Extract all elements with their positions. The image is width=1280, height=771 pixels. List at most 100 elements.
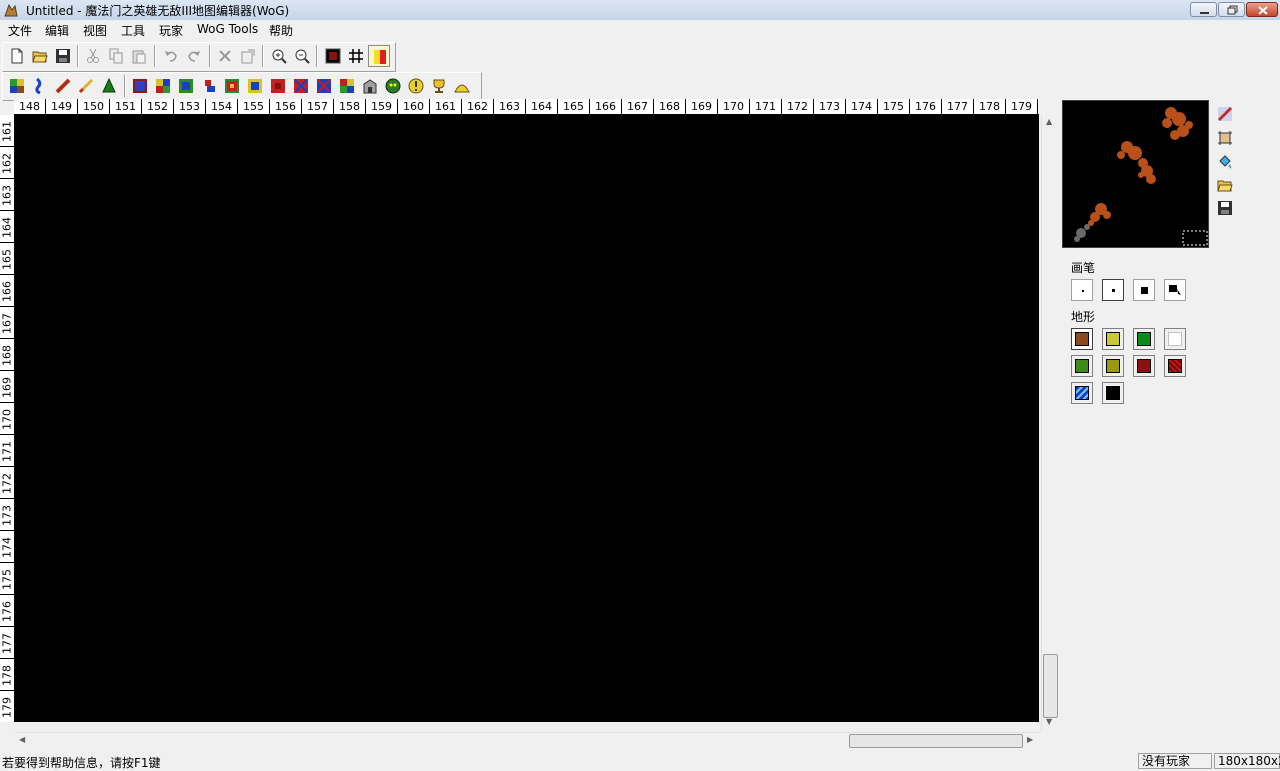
terrain-water[interactable] [1071,382,1093,404]
terrain-grass[interactable] [1133,328,1155,350]
adventure-object-icon[interactable] [336,75,358,97]
brush-4x4-icon[interactable] [1133,279,1155,301]
ruler-tick: 162 [462,99,494,114]
vertical-scrollbar[interactable]: ▲ ▼ [1041,115,1058,730]
menu-help[interactable]: 帮助 [269,22,293,39]
open-folder-icon[interactable] [29,45,51,67]
ruler-tick: 170 [718,99,750,114]
menu-player[interactable]: 玩家 [159,22,183,39]
random-object-icon[interactable] [313,75,335,97]
save-icon[interactable] [52,45,74,67]
open-folder-icon[interactable] [1214,174,1236,196]
treasure-tool-icon[interactable] [152,75,174,97]
ruler-tick: 179 [1006,99,1038,114]
copy-icon[interactable] [105,45,127,67]
ruler-tick: 178 [0,659,14,691]
scroll-down-icon[interactable]: ▼ [1046,717,1052,726]
save-icon[interactable] [1214,197,1236,219]
scroll-up-icon[interactable]: ▲ [1046,117,1052,126]
ruler-left: 161 162 163 164 165 166 167 168 169 170 … [0,115,15,722]
zoom-out-icon[interactable] [291,45,313,67]
cut-icon[interactable] [82,45,104,67]
seer-hut-icon[interactable] [451,75,473,97]
new-file-icon[interactable] [6,45,28,67]
restore-button[interactable] [1218,2,1245,17]
terrain-rough[interactable] [1102,355,1124,377]
underground-icon[interactable] [322,45,344,67]
terrain-subterranean[interactable] [1133,355,1155,377]
ruler-tick: 154 [206,99,238,114]
horizontal-scrollbar[interactable]: ◀ ▶ [15,732,1041,749]
delete-icon[interactable] [214,45,236,67]
minimize-button[interactable] [1190,2,1217,17]
terrain-swamp[interactable] [1071,355,1093,377]
event-tool-icon[interactable] [405,75,427,97]
fill-bucket-icon[interactable] [1214,150,1236,172]
monster-tool-icon[interactable] [198,75,220,97]
menu-view[interactable]: 视图 [83,22,107,39]
select-area-icon[interactable] [1214,127,1236,149]
close-button[interactable] [1246,2,1278,17]
terrain-lava[interactable] [1164,355,1186,377]
horizontal-scroll-thumb[interactable] [849,734,1023,748]
properties-icon[interactable] [237,45,259,67]
zoom-in-icon[interactable] [268,45,290,67]
map-canvas[interactable] [15,115,1039,722]
redo-icon[interactable] [183,45,205,67]
castle-tool-icon[interactable] [359,75,381,97]
paste-icon[interactable] [128,45,150,67]
ruler-tick: 174 [846,99,878,114]
artifact-tool-icon[interactable] [129,75,151,97]
ruler-tick: 175 [878,99,910,114]
menu-file[interactable]: 文件 [8,22,32,39]
ruler-tick: 164 [526,99,558,114]
rough-swatch [1106,359,1120,373]
passability-icon[interactable] [368,45,390,67]
ruler-tick: 155 [238,99,270,114]
ruler-tick: 158 [334,99,366,114]
hero-tool-icon[interactable] [221,75,243,97]
vertical-scroll-thumb[interactable] [1043,654,1058,718]
terrain-label: 地形 [1071,310,1096,324]
ruler-tick: 176 [0,595,14,627]
mine-tool-icon[interactable] [267,75,289,97]
ruler-tick: 167 [0,307,14,339]
tree-tool-icon[interactable] [98,75,120,97]
scroll-left-icon[interactable]: ◀ [19,735,25,744]
grass-swatch [1137,332,1151,346]
obstacle-tool-icon[interactable] [29,75,51,97]
ruler-tick: 161 [0,115,14,147]
swamp-swatch [1075,359,1089,373]
terrain-tool-icon[interactable] [6,75,28,97]
menu-edit[interactable]: 编辑 [45,22,69,39]
quest-tool-icon[interactable] [428,75,450,97]
terrain-rock[interactable] [1102,382,1124,404]
resource-tool-icon[interactable] [175,75,197,97]
grid-icon[interactable] [345,45,367,67]
menu-tools[interactable]: 工具 [121,22,145,39]
paint-terrain-icon[interactable] [1214,103,1236,125]
minimap[interactable] [1062,100,1209,248]
road-tool-icon[interactable] [52,75,74,97]
creature-dwelling-icon[interactable] [244,75,266,97]
window-title: Untitled - 魔法门之英雄无敌III地图编辑器(WoG) [26,4,290,18]
menu-wog-tools[interactable]: WoG Tools [197,22,258,36]
town-tool-icon[interactable] [290,75,312,97]
undo-icon[interactable] [160,45,182,67]
terrain-sand[interactable] [1102,328,1124,350]
title-bar: Untitled - 魔法门之英雄无敌III地图编辑器(WoG) [0,0,1280,21]
water-swatch [1075,386,1089,400]
brush-fill-icon[interactable] [1164,279,1186,301]
terrain-snow[interactable] [1164,328,1186,350]
terrain-dirt[interactable] [1071,328,1093,350]
brush-2x2-icon[interactable] [1102,279,1124,301]
brush-1x1-icon[interactable] [1071,279,1093,301]
lava-swatch [1168,359,1182,373]
monster-head-icon[interactable] [382,75,404,97]
scroll-right-icon[interactable]: ▶ [1027,735,1033,744]
ruler-tick: 163 [494,99,526,114]
ruler-tick: 169 [686,99,718,114]
ruler-tick: 173 [814,99,846,114]
river-tool-icon[interactable] [75,75,97,97]
snow-swatch [1168,332,1182,346]
